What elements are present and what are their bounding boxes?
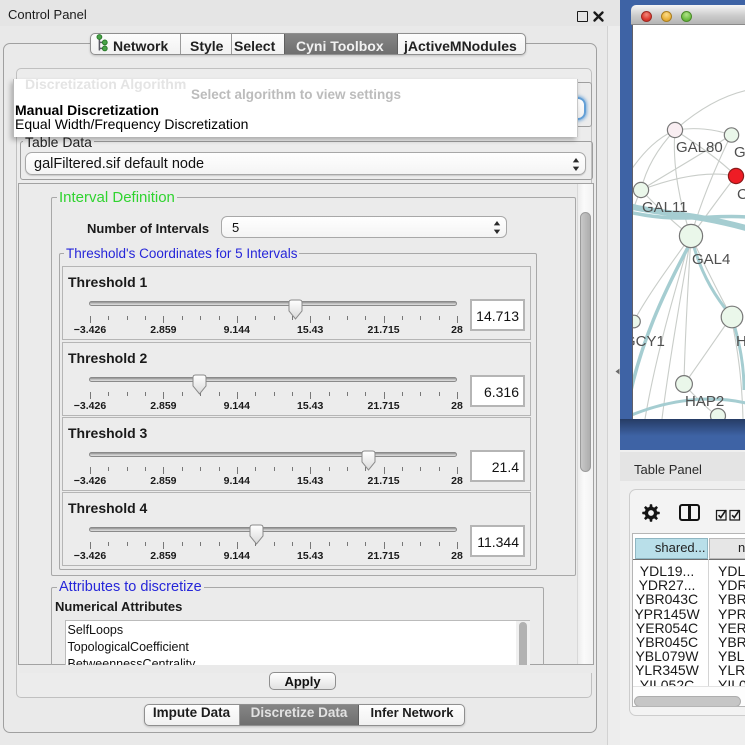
svg-text:H: H	[736, 333, 745, 350]
svg-text:G.: G.	[734, 144, 745, 161]
svg-text:GCY1: GCY1	[632, 333, 665, 350]
svg-text:GAL80: GAL80	[676, 139, 723, 156]
svg-text:C: C	[737, 186, 745, 203]
svg-text:GAL11: GAL11	[642, 199, 688, 216]
svg-text:GAL4: GAL4	[692, 251, 730, 268]
svg-text:HAP2: HAP2	[685, 393, 724, 410]
